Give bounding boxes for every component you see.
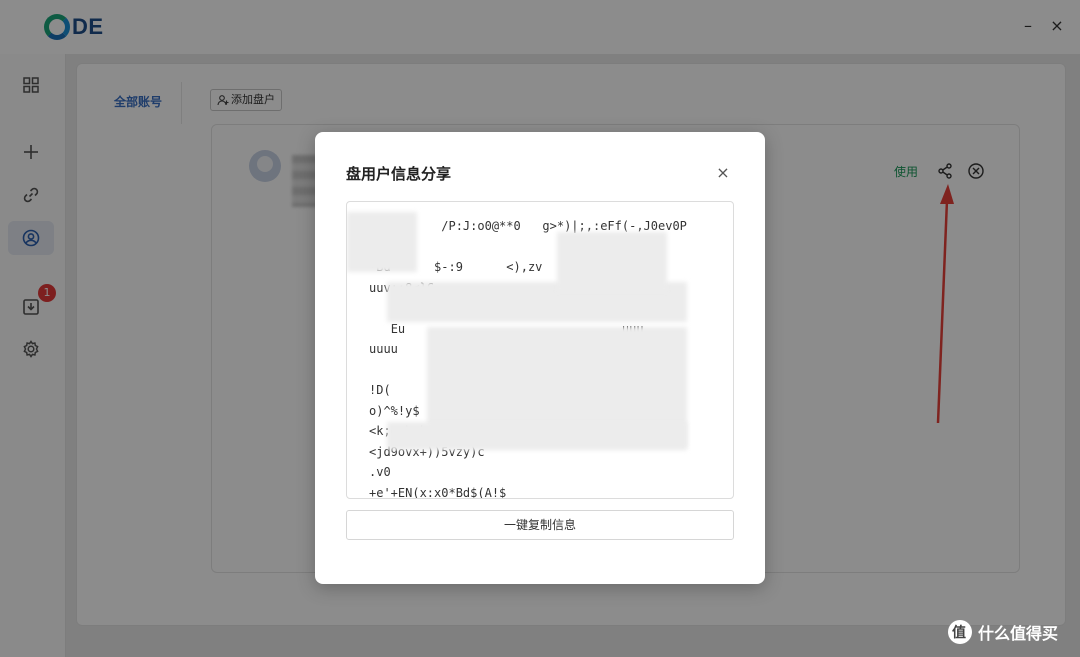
- share-info-textbox[interactable]: /P:J:o0@**0 g>*)|;,:eFf(-,J0ev0P N(x:x0 …: [346, 201, 734, 499]
- watermark: 什么值得买: [948, 620, 1058, 644]
- blur-patch: [557, 232, 667, 292]
- dialog-close-button[interactable]: ×: [713, 163, 733, 183]
- dialog-title: 盘用户信息分享: [346, 165, 452, 183]
- copy-info-button[interactable]: 一键复制信息: [346, 510, 734, 540]
- share-info-dialog: 盘用户信息分享 × /P:J:o0@**0 g>*)|;,:eFf(-,J0ev…: [315, 132, 765, 584]
- watermark-logo-icon: [948, 620, 972, 644]
- blur-patch: [387, 422, 687, 450]
- watermark-text: 什么值得买: [978, 624, 1059, 643]
- blur-patch: [347, 212, 417, 272]
